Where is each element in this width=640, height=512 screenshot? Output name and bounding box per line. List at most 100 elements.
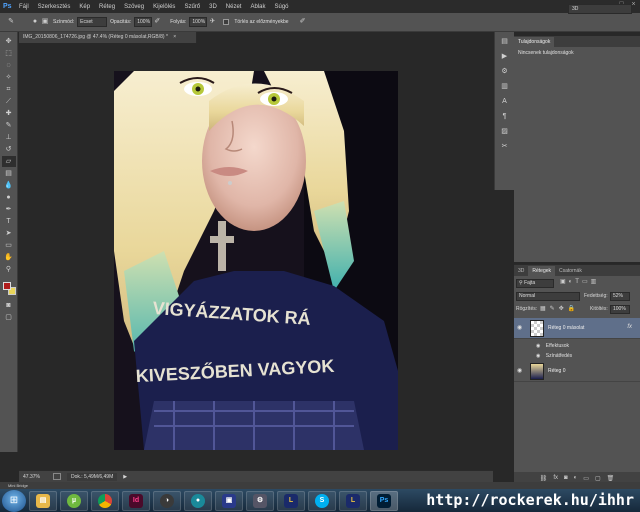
menu-select[interactable]: Kijelölés xyxy=(153,4,175,10)
actions-icon[interactable]: ▶ xyxy=(499,51,511,62)
close-tab-icon[interactable]: × xyxy=(173,34,176,40)
layer-fill-field[interactable]: 100% xyxy=(610,305,630,314)
mini-bridge-bar[interactable]: Mini Bridge xyxy=(0,482,640,489)
history-brush-tool-icon[interactable]: ↺ xyxy=(2,144,16,155)
tab-properties[interactable]: Tulajdonságok xyxy=(514,37,555,47)
menu-window[interactable]: Ablak xyxy=(250,4,265,10)
erase-to-history-checkbox[interactable] xyxy=(223,19,230,25)
foreground-color-swatch[interactable] xyxy=(2,282,11,290)
canvas-image[interactable]: VIGYÁZZATOK RÁ KIVESZŐBEN VAGYOK xyxy=(114,71,398,450)
workspace-select[interactable]: 3D xyxy=(568,4,632,14)
zoom-level[interactable]: 47.37% xyxy=(23,474,53,480)
taskbar-tool[interactable]: ⚙ xyxy=(246,490,274,511)
eyedropper-tool-icon[interactable]: ⟋ xyxy=(2,96,16,107)
tab-channels[interactable]: Csatornák xyxy=(555,266,586,276)
taskbar-game-2[interactable]: L xyxy=(339,490,367,511)
mode-select[interactable]: Ecset xyxy=(77,17,108,27)
brush-panel-icon[interactable]: ▣ xyxy=(40,17,50,27)
quick-select-tool-icon[interactable]: ✧ xyxy=(2,72,16,83)
menu-filter[interactable]: Szűrő xyxy=(184,4,200,10)
taskbar-app[interactable]: ● xyxy=(184,490,212,511)
filter-icons[interactable]: ▣◐T▭▥ xyxy=(560,278,599,285)
shape-tool-icon[interactable]: ▭ xyxy=(2,240,16,251)
zoom-tool-icon[interactable]: ⚲ xyxy=(2,264,16,275)
type-tool-icon[interactable]: T xyxy=(2,216,16,227)
effects-row[interactable]: ◉ Effektusok xyxy=(536,343,569,349)
eye-icon[interactable]: ◉ xyxy=(536,343,540,349)
eye-icon[interactable]: ◉ xyxy=(536,353,540,359)
menu-view[interactable]: Nézet xyxy=(226,4,242,10)
taskbar-utorrent[interactable]: µ xyxy=(60,490,88,511)
link-icon[interactable]: ⛓ xyxy=(540,475,548,482)
lasso-tool-icon[interactable]: ◌ xyxy=(2,60,16,71)
adjustments-icon[interactable]: ▥ xyxy=(499,81,511,92)
menu-image[interactable]: Kép xyxy=(79,4,90,10)
adjustment-icon[interactable]: ◐ xyxy=(574,475,578,481)
layer-row[interactable]: ◉ Réteg 0 másolat fx xyxy=(514,318,640,339)
menu-help[interactable]: Súgó xyxy=(275,4,289,10)
eraser-tool-icon[interactable]: ▱ xyxy=(1,156,16,167)
quick-mask-icon[interactable]: ◙ xyxy=(2,300,16,311)
menu-edit[interactable]: Szerkesztés xyxy=(38,4,71,10)
blur-tool-icon[interactable]: 💧 xyxy=(2,180,16,191)
opacity-field[interactable]: 100% xyxy=(134,17,153,27)
fx-icon[interactable]: fx xyxy=(553,475,558,481)
brush-preset-icon[interactable]: ● xyxy=(30,17,40,27)
status-icon[interactable] xyxy=(53,473,61,480)
character-icon[interactable]: ¶ xyxy=(499,111,511,122)
taskbar-game[interactable]: L xyxy=(277,490,305,511)
layer-filter-select[interactable]: ⚲ Fajta xyxy=(516,279,554,288)
healing-tool-icon[interactable]: ✚ xyxy=(2,108,16,119)
tab-layers[interactable]: Rétegek xyxy=(528,266,556,276)
menu-type[interactable]: Szöveg xyxy=(124,4,144,10)
crop-tool-icon[interactable]: ⌗ xyxy=(2,84,16,95)
mask-icon[interactable]: ◙ xyxy=(564,475,568,481)
flow-field[interactable]: 100% xyxy=(189,17,208,27)
pen-tool-icon[interactable]: ✒ xyxy=(2,204,16,215)
clone-stamp-tool-icon[interactable]: ⊥ xyxy=(2,132,16,143)
taskbar-gallery[interactable]: ▣ xyxy=(215,490,243,511)
eye-icon[interactable]: ◉ xyxy=(517,367,525,375)
status-menu-arrow-icon[interactable]: ▶ xyxy=(123,474,127,480)
paragraph-icon[interactable]: A xyxy=(499,96,511,107)
properties-icon[interactable]: ⚙ xyxy=(499,66,511,77)
effect-row[interactable]: ◉ Színátfedés xyxy=(536,353,572,359)
eye-icon[interactable]: ◉ xyxy=(517,324,525,332)
path-selection-tool-icon[interactable]: ➤ xyxy=(2,228,16,239)
dodge-tool-icon[interactable]: ● xyxy=(2,192,16,203)
layer-opacity-field[interactable]: 52% xyxy=(610,292,630,301)
hand-tool-icon[interactable]: ✋ xyxy=(2,252,16,263)
gradient-tool-icon[interactable]: ▤ xyxy=(2,168,16,179)
new-layer-icon[interactable]: ▢ xyxy=(595,475,601,482)
taskbar-photoshop[interactable]: Ps xyxy=(370,490,398,511)
fx-badge[interactable]: fx xyxy=(627,324,632,330)
screen-mode-icon[interactable]: ▢ xyxy=(2,312,16,323)
pressure-size-icon[interactable]: ✐ xyxy=(298,17,308,27)
pressure-opacity-icon[interactable]: ✐ xyxy=(152,17,162,27)
history-icon[interactable]: ▤ xyxy=(499,36,511,47)
lock-icons[interactable]: ▦✎✥🔒 xyxy=(540,305,579,312)
menu-layer[interactable]: Réteg xyxy=(99,4,115,10)
eraser-tool-icon[interactable]: ✎ xyxy=(6,17,16,27)
start-button[interactable]: ⊞ xyxy=(2,489,26,512)
taskbar-skype[interactable]: S xyxy=(308,490,336,511)
tool-presets-icon[interactable]: ▨ xyxy=(499,126,511,137)
menu-file[interactable]: Fájl xyxy=(19,4,29,10)
layer-row[interactable]: ◉ Réteg 0 xyxy=(514,361,640,382)
taskbar-chrome[interactable] xyxy=(91,490,119,511)
color-swatches[interactable] xyxy=(2,281,16,299)
menu-3d[interactable]: 3D xyxy=(209,4,217,10)
airbrush-icon[interactable]: ✈ xyxy=(207,17,217,27)
taskbar-indesign[interactable]: Id xyxy=(122,490,150,511)
tab-3d[interactable]: 3D xyxy=(514,266,528,276)
taskbar-explorer[interactable]: ▤ xyxy=(29,490,57,511)
folder-icon[interactable]: ▭ xyxy=(583,475,589,482)
trash-icon[interactable]: 🗑 xyxy=(607,475,615,482)
document-tab[interactable]: IMG_20150806_174726.jpg @ 47.4% (Réteg 0… xyxy=(19,32,197,43)
blend-mode-select[interactable]: Normal xyxy=(516,292,580,301)
move-tool-icon[interactable]: ✥ xyxy=(2,36,16,47)
taskbar-media[interactable]: ◑ xyxy=(153,490,181,511)
marquee-tool-icon[interactable]: ⬚ xyxy=(2,48,16,59)
brush-tool-icon[interactable]: ✎ xyxy=(2,120,16,131)
brush-presets-icon[interactable]: ✂ xyxy=(499,141,511,152)
